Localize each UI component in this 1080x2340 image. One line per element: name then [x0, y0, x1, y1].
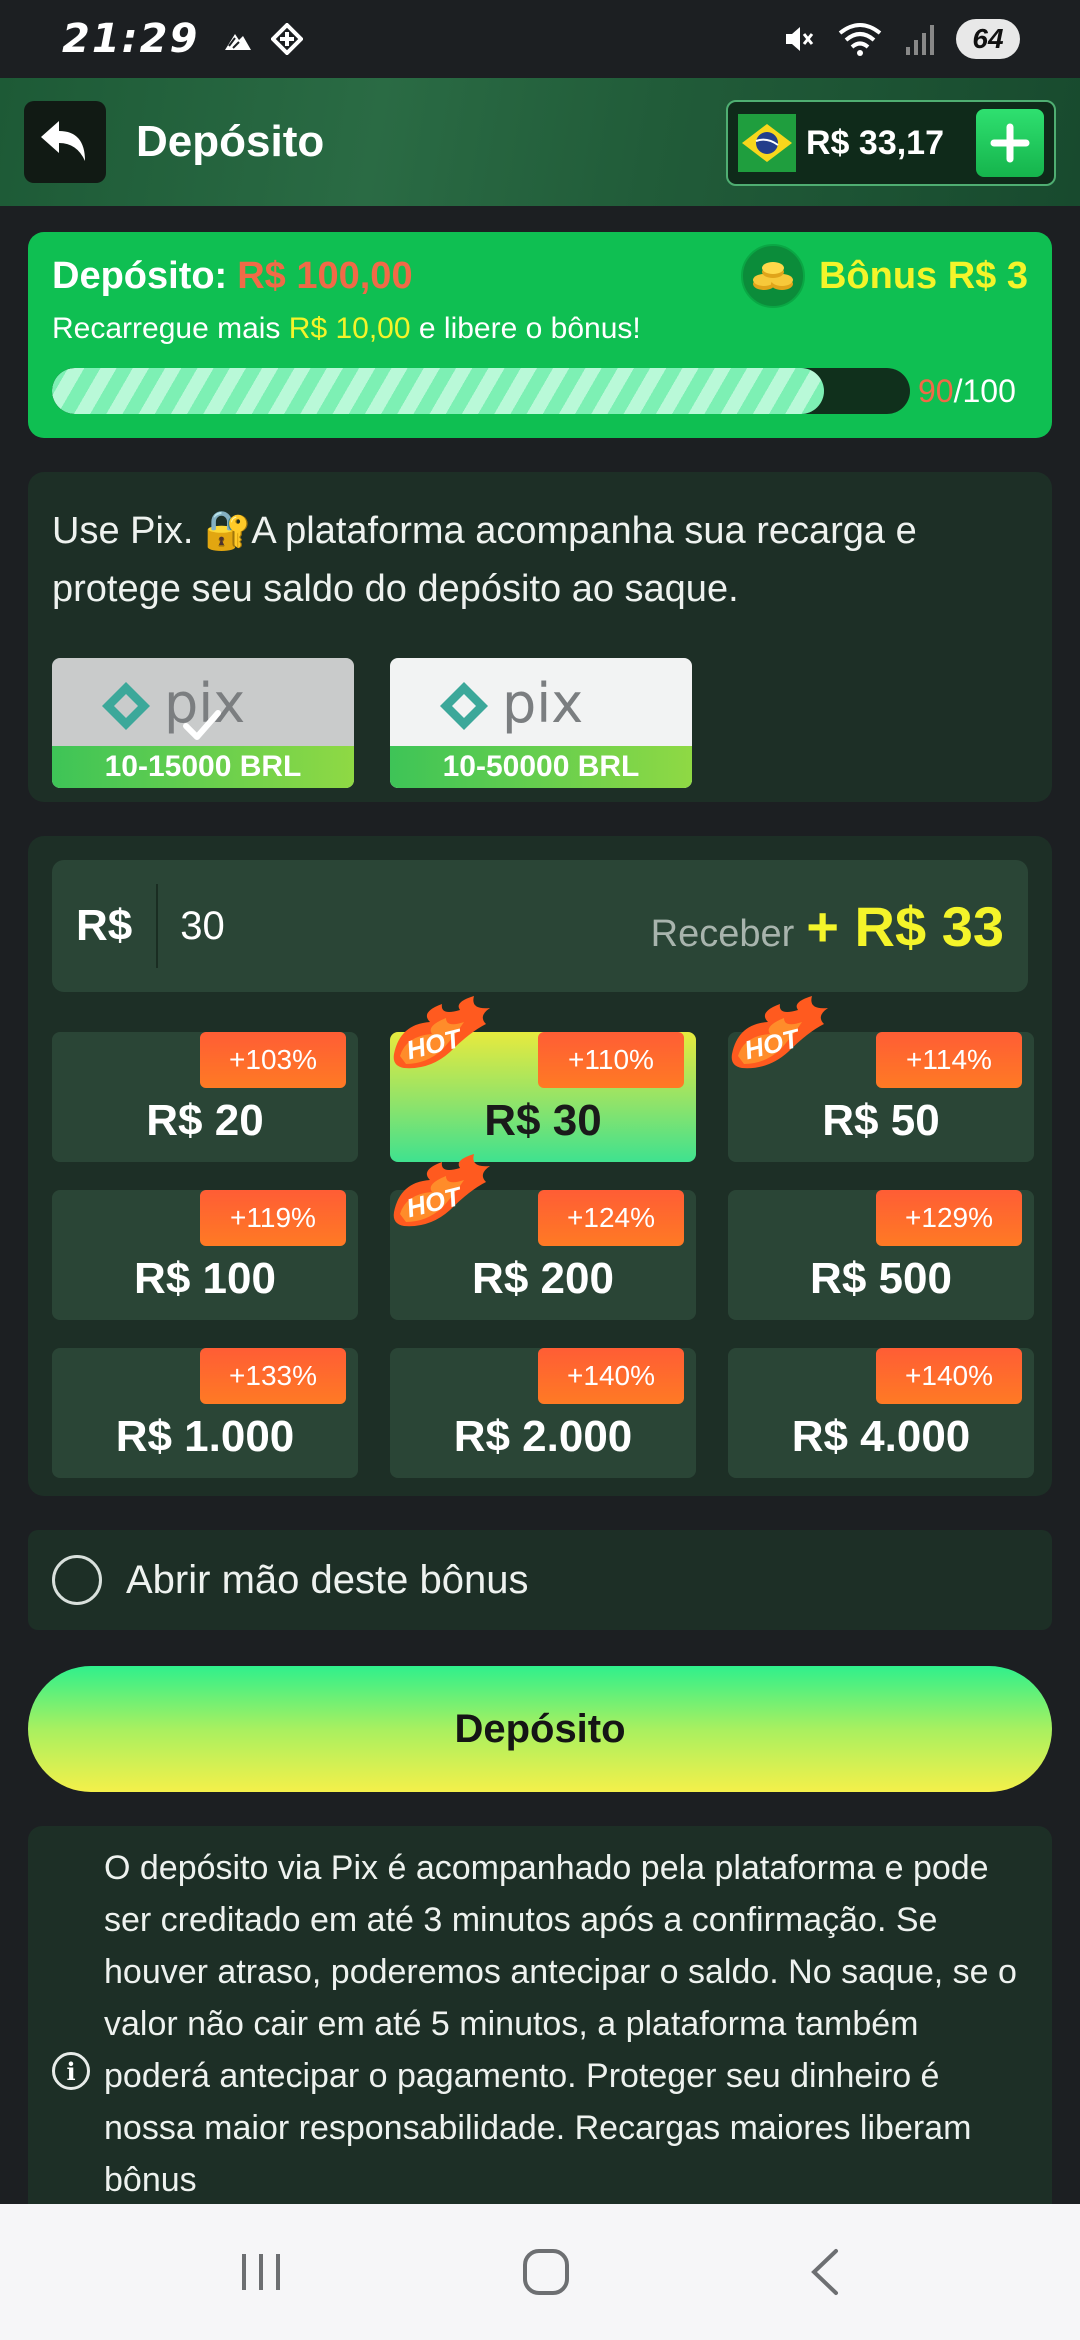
amount-value: R$ 100 [134, 1254, 276, 1303]
amount-option[interactable]: +119% R$ 100 [52, 1190, 358, 1320]
plus-icon [990, 123, 1030, 163]
amount-option[interactable]: +140% R$ 2.000 [390, 1348, 696, 1478]
receive-value: + R$ 33 [806, 894, 1004, 958]
coins-icon [740, 244, 805, 308]
add-funds-button[interactable] [976, 109, 1044, 177]
header: Depósito R$ 33,17 [0, 78, 1080, 206]
bonus-percent-badge: +103% [200, 1032, 346, 1088]
recharge-amount: R$ 10,00 [288, 312, 411, 345]
status-bar: 21:29 64 [0, 0, 1080, 78]
back-button[interactable] [24, 101, 106, 183]
amount-option[interactable]: +133% R$ 1.000 [52, 1348, 358, 1478]
amount-value: R$ 50 [822, 1096, 940, 1145]
forgo-bonus-label: Abrir mão deste bônus [126, 1557, 529, 1602]
amount-panel: R$ Receber + R$ 33 +103% R$ 20 +110% R$ 30 H… [28, 836, 1052, 1496]
info-icon: i [52, 2052, 90, 2090]
balance-value: R$ 33,17 [806, 123, 944, 162]
bonus-percent-badge: +110% [538, 1032, 684, 1088]
amount-input[interactable] [180, 903, 481, 949]
pix-range: 10-15000 BRL [52, 746, 354, 788]
amount-input-row: R$ Receber + R$ 33 [52, 860, 1028, 992]
amount-option[interactable]: +110% R$ 30 HOT [390, 996, 696, 1162]
amount-option[interactable]: +124% R$ 200 HOT [390, 1154, 696, 1320]
bonus-label: Bônus R$ 3 [818, 254, 1028, 297]
deposit-label: Depósito: [52, 254, 228, 297]
pix-option-2[interactable]: pix 10-50000 BRL [390, 658, 692, 788]
back-arrow-icon [41, 121, 85, 161]
svg-text:pix: pix [502, 672, 583, 735]
mute-icon [786, 27, 814, 51]
bonus-progress-card: Depósito: R$ 100,00 Bônus R$ 3 Recarregu… [28, 232, 1052, 438]
forgo-bonus-radio[interactable] [52, 1555, 102, 1605]
signal-icon [906, 25, 934, 55]
recharge-hint: Recarregue mais R$ 10,00 e libere o bônu… [52, 312, 641, 345]
battery-indicator: 64 [956, 19, 1020, 59]
amount-option[interactable]: +129% R$ 500 [728, 1190, 1034, 1320]
home-icon[interactable] [521, 2247, 571, 2297]
pix-logo-icon: pix [440, 672, 583, 735]
amount-option[interactable]: +103% R$ 20 [52, 1032, 358, 1162]
receive-info: Receber + R$ 33 [651, 894, 1004, 959]
deposit-amount: R$ 100,00 [237, 254, 413, 297]
amount-value: R$ 30 [484, 1096, 602, 1145]
hot-flame-icon: HOT [393, 1154, 490, 1227]
page-title: Depósito [136, 117, 325, 166]
wifi-icon [838, 23, 882, 56]
bonus-percent-badge: +133% [200, 1348, 346, 1404]
bonus-percent-badge: +114% [876, 1032, 1022, 1088]
bonus-percent-badge: +129% [876, 1190, 1022, 1246]
app-icon [271, 23, 304, 55]
brazil-flag-icon [738, 114, 796, 172]
forgo-bonus-option[interactable]: Abrir mão deste bônus [28, 1530, 1052, 1630]
input-divider [156, 884, 159, 968]
system-nav-bar [0, 2204, 1080, 2340]
bonus-percent-badge: +140% [876, 1348, 1022, 1404]
info-text: O depósito via Pix é acompanhado pela pl… [104, 1849, 1017, 2199]
bonus-percent-badge: +140% [538, 1348, 684, 1404]
bonus-percent-badge: +119% [200, 1190, 346, 1246]
amount-option[interactable]: +140% R$ 4.000 [728, 1348, 1034, 1478]
bonus-progress-bar [52, 368, 910, 414]
amount-value: R$ 1.000 [115, 1412, 295, 1461]
amount-value: R$ 200 [472, 1254, 614, 1303]
amount-value: R$ 4.000 [791, 1412, 971, 1461]
hot-flame-icon: HOT [393, 996, 490, 1069]
pix-description: Use Pix. 🔐A plataforma acompanha sua rec… [52, 510, 917, 610]
deposit-button[interactable]: Depósito [28, 1666, 1052, 1792]
hot-flame-icon: HOT [731, 996, 828, 1069]
amount-value: R$ 2.000 [453, 1412, 633, 1461]
amount-options-grid: +103% R$ 20 +110% R$ 30 HOT +114% R$ 50 HOT +119… [52, 996, 1034, 1478]
amount-value: R$ 500 [810, 1254, 952, 1303]
checkmark-icon [183, 710, 221, 740]
back-icon[interactable] [808, 2247, 842, 2297]
bonus-progress-fill [52, 368, 825, 414]
balance-box: R$ 33,17 [726, 100, 1056, 186]
progress-label: 90/100 [918, 372, 1016, 409]
amount-value: R$ 20 [146, 1096, 264, 1145]
status-time: 21:29 [62, 16, 200, 62]
amount-option[interactable]: +114% R$ 50 HOT [728, 996, 1034, 1162]
recent-apps-icon[interactable] [238, 2250, 284, 2294]
pix-option-1[interactable]: pix 10-15000 BRL [52, 658, 354, 788]
pix-payment-card: Use Pix. 🔐A plataforma acompanha sua rec… [28, 472, 1052, 802]
mountain-icon [225, 34, 252, 50]
bonus-percent-badge: +124% [538, 1190, 684, 1246]
pix-range: 10-50000 BRL [390, 746, 692, 788]
currency-label: R$ [76, 901, 133, 950]
info-card: i O depósito via Pix é acompanhado pela … [28, 1826, 1052, 2226]
receive-label: Receber [650, 912, 795, 955]
